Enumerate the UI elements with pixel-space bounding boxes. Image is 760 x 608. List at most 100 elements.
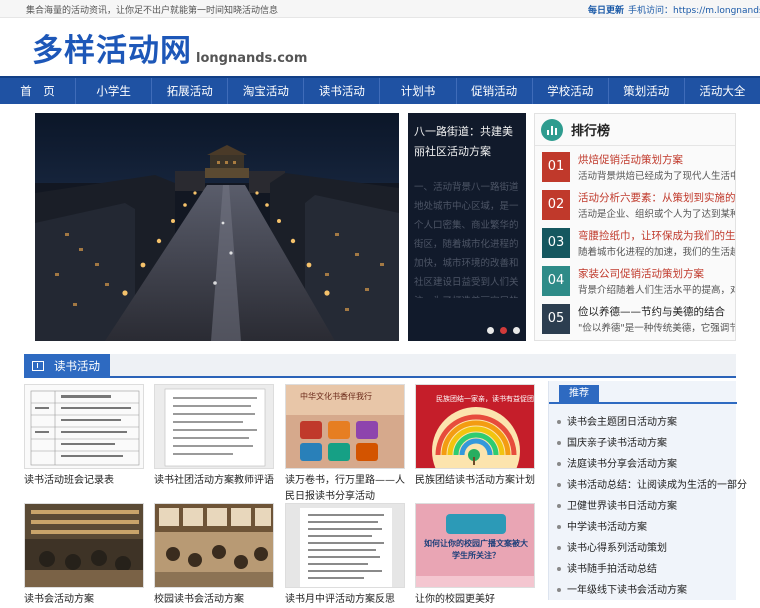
recommend-item[interactable]: 读书会主题团日活动方案 [557,413,677,428]
bullet-icon [557,525,561,529]
article-card[interactable]: 读书活动班会记录表 [24,384,144,489]
ranking-item[interactable]: 03 弯腰捡纸巾，让环保成为我们的生 随着城市化进程的加速，我们的生活越来 [542,228,735,262]
carousel-dots [487,327,520,334]
ranking-item[interactable]: 05 俭以养德——节约与美德的结合 "俭以养德"是一种传统美德，它强调节 [542,304,735,338]
article-card[interactable]: 读书社团活动方案教师评语 [154,384,274,489]
article-thumbnail [24,503,144,588]
carousel-dot-1[interactable] [487,327,494,334]
recommend-panel: 推荐 读书会主题团日活动方案 国庆亲子读书活动方案 法庭读书分享会活动方案 读书… [548,381,747,600]
ranking-item-title: 家装公司促销活动策划方案 [578,268,704,280]
recommend-divider [549,402,737,404]
article-card[interactable]: 读书月中评活动方案反思 [285,503,405,608]
article-caption: 读书活动班会记录表 [24,475,114,486]
article-thumbnail [154,384,274,469]
article-caption: 校园读书会活动方案 [154,594,244,605]
bullet-icon [557,420,561,424]
ranking-item-desc: 活动背景烘焙已经成为了现代人生活中不 [578,171,735,182]
recommend-item[interactable]: 读书心得系列活动策划 [557,539,667,554]
carousel-image[interactable] [35,113,399,341]
thumb-text: 中华文化书香伴我行 [300,391,372,401]
ranking-number: 04 [542,266,570,296]
ranking-item-title: 俭以养德——节约与美德的结合 [578,306,725,318]
thumb-text: 民族团结一家亲，读书有益促团结 [436,394,535,403]
mobile-access-link[interactable]: 手机访问：https://m.longnands.com/ [628,3,760,16]
recommend-tab[interactable]: 推荐 [559,385,599,402]
article-caption: 让你的校园更美好 [415,594,495,605]
article-thumbnail [154,503,274,588]
article-caption: 民族团结读书活动方案计划 [415,475,535,486]
nav-item-home[interactable]: 首 页 [0,78,77,104]
recommend-item[interactable]: 读书活动总结：让阅读成为生活的一部分 [557,476,747,491]
nav-item-reading[interactable]: 读书活动 [304,78,381,104]
main-nav: 首 页 小学生 拓展活动 淘宝活动 读书活动 计划书 促销活动 学校活动 策划活… [0,76,760,104]
ranking-title: 排行榜 [571,124,611,139]
article-card[interactable]: 读书会活动方案 [24,503,144,608]
article-thumbnail [24,384,144,469]
site-logo[interactable]: 多样活动网 longnands.com [32,30,307,70]
recommend-item[interactable]: 中学读书活动方案 [557,518,647,533]
bullet-icon [557,567,561,571]
bar-chart-icon [541,118,563,141]
carousel-title-link[interactable]: 八一路街道：共建美丽社区活动方案 [414,122,520,162]
book-icon [32,361,44,371]
bullet-icon [557,441,561,445]
article-thumbnail: 如何让你的校园广播文案被大学生所关注？ [415,503,535,588]
ranking-item-desc: 活动是企业、组织或个人为了达到某种目 [578,209,735,220]
bullet-icon [557,588,561,592]
daily-update-link[interactable]: 每日更新 [588,3,624,16]
section-header-bar [24,354,736,378]
recommend-item[interactable]: 国庆亲子读书活动方案 [557,434,667,449]
ranking-number: 03 [542,228,570,258]
ranking-item-title: 活动分析六要素：从策划到实施的 [578,192,735,204]
article-card[interactable]: 民族团结一家亲，读书有益促团结 民族团结读书活动方案计划 [415,384,535,489]
section-title: 读书活动 [54,359,100,373]
bullet-icon [557,462,561,466]
article-card[interactable]: 中华文化书香伴我行 读万卷书，行万里路——人民日报读书分享活动 [285,384,405,505]
nav-item-school[interactable]: 学校活动 [533,78,609,104]
nav-item-all[interactable]: 活动大全 [685,78,760,104]
carousel-dot-3[interactable] [513,327,520,334]
ranking-item[interactable]: 04 家装公司促销活动策划方案 背景介绍随着人们生活水平的提高，对居 [542,266,735,300]
article-caption: 读书月中评活动方案反思 [285,594,395,605]
ranking-number: 05 [542,304,570,334]
carousel-dot-2[interactable] [500,327,507,334]
nav-item-taobao[interactable]: 淘宝活动 [228,78,305,104]
article-thumbnail [285,503,405,588]
carousel-caption: 八一路街道：共建美丽社区活动方案 一、活动背景八一路街道地处城市中心区域，是一个… [408,113,526,341]
nav-item-primary-school[interactable]: 小学生 [76,78,153,104]
bullet-icon [557,504,561,508]
ranking-item[interactable]: 01 烘焙促销活动策划方案 活动背景烘焙已经成为了现代人生活中不 [542,152,735,186]
site-slogan: 集合海量的活动资讯，让你足不出户就能第一时间知晓活动信息 [26,6,279,16]
nav-item-planning[interactable]: 策划活动 [609,78,685,104]
ranking-item-desc: "俭以养德"是一种传统美德，它强调节 [578,323,735,334]
bullet-icon [557,483,561,487]
ranking-item-title: 烘焙促销活动策划方案 [578,154,683,166]
carousel-description: 一、活动背景八一路街道地处城市中心区域，是一个人口密集、商业繁华的街区，随着城市… [414,182,519,298]
section-tab-reading[interactable]: 读书活动 [24,354,110,378]
bullet-icon [557,546,561,550]
ranking-header: 排行榜 [535,114,735,146]
ranking-number: 01 [542,152,570,182]
nav-item-promotion[interactable]: 促销活动 [457,78,533,104]
ranking-item-desc: 背景介绍随着人们生活水平的提高，对居 [578,285,735,296]
article-thumbnail: 民族团结一家亲，读书有益促团结 [415,384,535,469]
logo-chinese-text: 多样活动网 [32,33,192,69]
recommend-item[interactable]: 法庭读书分享会活动方案 [557,455,677,470]
nav-item-outdoor[interactable]: 拓展活动 [152,78,229,104]
ranking-item-desc: 随着城市化进程的加速，我们的生活越来 [578,247,735,258]
thumb-text: 如何让你的校园广播文案被大学生所关注？ [424,539,528,560]
article-card[interactable]: 校园读书会活动方案 [154,503,274,608]
nav-item-plan[interactable]: 计划书 [380,78,457,104]
top-bar: 集合海量的活动资讯，让你足不出户就能第一时间知晓活动信息 每日更新 手机访问：h… [0,0,760,18]
recommend-item[interactable]: 卫健世界读书日活动方案 [557,497,677,512]
ranking-panel: 排行榜 01 烘焙促销活动策划方案 活动背景烘焙已经成为了现代人生活中不 02 … [534,113,736,341]
recommend-item[interactable]: 读书随手拍活动总结 [557,560,657,575]
article-card[interactable]: 如何让你的校园广播文案被大学生所关注？ 让你的校园更美好 [415,503,535,608]
article-caption: 读万卷书，行万里路——人民日报读书分享活动 [285,475,405,502]
article-caption: 读书社团活动方案教师评语 [154,475,274,486]
recommend-item[interactable]: 一年级线下读书会活动方案 [557,581,687,596]
ranking-number: 02 [542,190,570,220]
article-thumbnail: 中华文化书香伴我行 [285,384,405,469]
article-caption: 读书会活动方案 [24,594,94,605]
ranking-item[interactable]: 02 活动分析六要素：从策划到实施的 活动是企业、组织或个人为了达到某种目 [542,190,735,224]
